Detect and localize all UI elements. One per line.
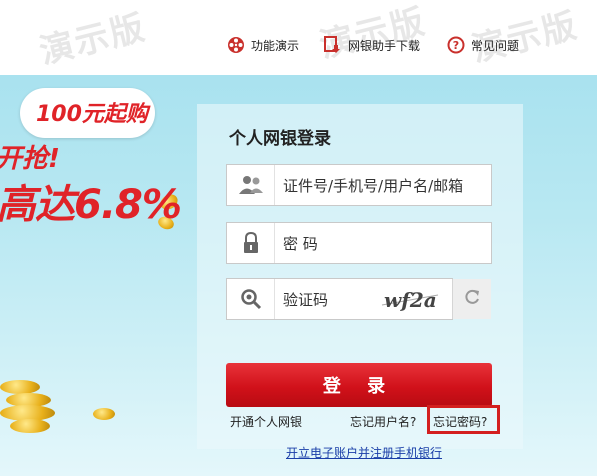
captcha-image[interactable]: wf2a — [380, 283, 440, 315]
register-mobile-banking-link[interactable]: 开立电子账户并注册手机银行 — [286, 444, 442, 461]
magnifier-icon — [227, 279, 275, 319]
watermark: 演示版 — [35, 7, 151, 73]
download-link-label: 网银助手下载 — [348, 38, 421, 53]
faq-link-label: 常见问题 — [471, 38, 520, 53]
open-online-banking-link[interactable]: 开通个人网银 — [230, 413, 302, 430]
forgot-password-highlight — [427, 405, 500, 434]
lock-icon — [227, 223, 275, 263]
svg-text:?: ? — [453, 39, 459, 52]
password-input[interactable]: 密 码 — [226, 222, 492, 264]
film-reel-icon — [227, 36, 245, 54]
demo-link[interactable]: 功能演示 — [227, 36, 299, 54]
coin-icon — [10, 419, 50, 433]
demo-link-label: 功能演示 — [251, 38, 300, 53]
refresh-icon — [463, 288, 481, 310]
download-link[interactable]: 网银助手下载 — [324, 36, 420, 54]
login-title: 个人网银登录 — [229, 129, 331, 149]
coin-icon — [93, 408, 115, 420]
help-icon: ? — [447, 36, 465, 54]
promo-rate: 高达6.8% — [0, 182, 182, 228]
captcha-text: wf2a — [384, 288, 437, 312]
password-input-placeholder: 密 码 — [283, 234, 318, 253]
download-icon — [324, 36, 342, 54]
faq-link[interactable]: ? 常见问题 — [447, 36, 519, 54]
login-button[interactable]: 登 录 — [226, 363, 492, 407]
promo-headline: 开抢! — [0, 144, 60, 174]
user-icon — [227, 165, 275, 205]
forgot-username-link[interactable]: 忘记用户名? — [350, 413, 416, 430]
id-input[interactable]: 证件号/手机号/用户名/邮箱 — [226, 164, 492, 206]
coin-icon — [0, 380, 40, 394]
id-input-placeholder: 证件号/手机号/用户名/邮箱 — [283, 176, 464, 195]
top-bar: 演示版 演示版 演示版 功能演示 网银助手下载 ? 常见问题 — [0, 0, 597, 75]
watermark: 演示版 — [315, 1, 431, 67]
promo-bubble-text: 100元起购 — [36, 102, 148, 127]
refresh-captcha-button[interactable] — [452, 279, 491, 319]
